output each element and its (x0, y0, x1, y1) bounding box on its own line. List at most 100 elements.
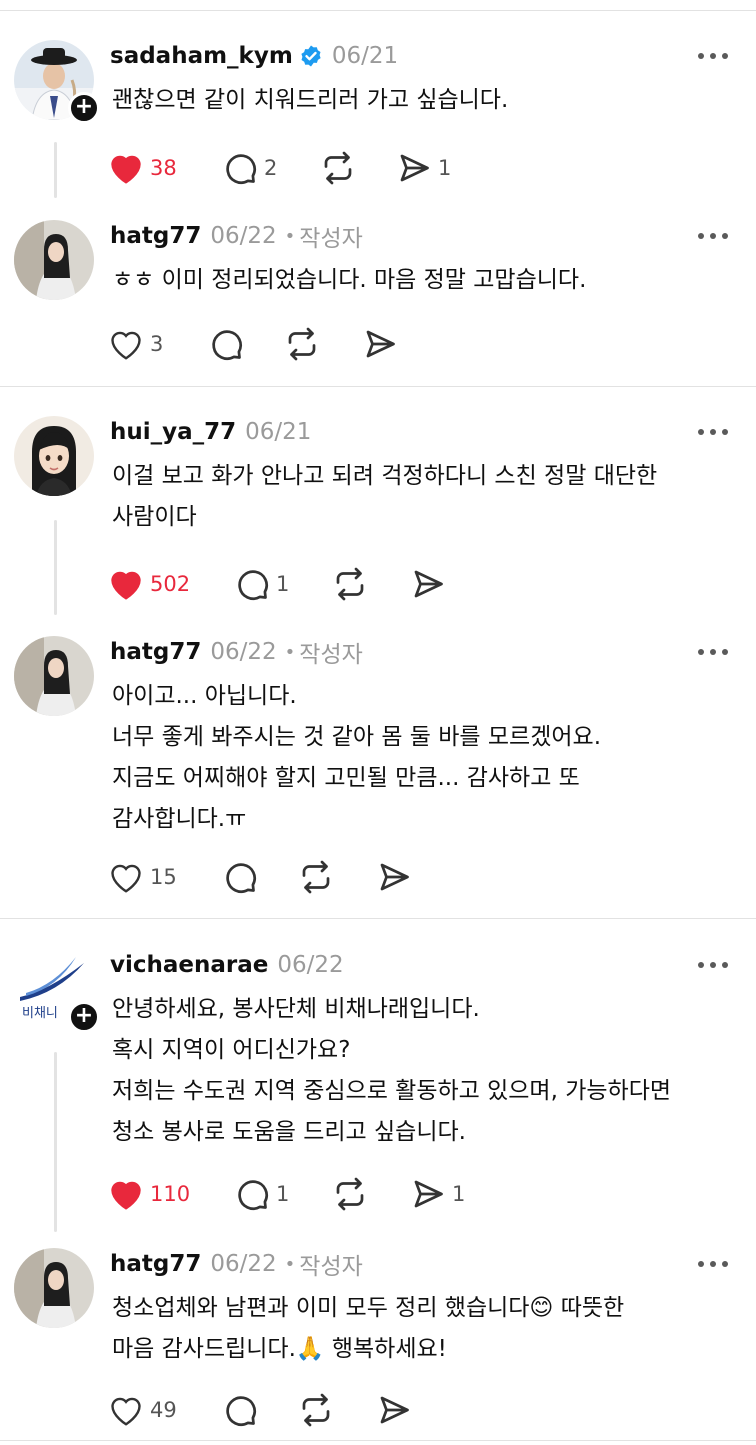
comment-icon (226, 154, 256, 184)
post-date: 06/21 (245, 419, 312, 445)
reply-post: + sadaham_kym 06/21 괜찮으면 같이 치워드리러 가고 싶습니… (0, 36, 756, 216)
text-line: 청소업체와 남편과 이미 모두 정리 했습니다😊 따뜻한 (112, 1295, 625, 1321)
comment-button[interactable] (208, 326, 244, 362)
heart-icon (111, 155, 141, 184)
share-icon (380, 1396, 409, 1424)
text-line: 지금도 어찌해야 할지 고민될 만큼... 감사하고 또 (112, 765, 580, 791)
like-button[interactable]: 49 (108, 1393, 177, 1427)
share-button[interactable] (376, 859, 412, 895)
more-icon[interactable] (698, 226, 728, 246)
like-button[interactable]: 38 (108, 151, 177, 185)
username[interactable]: hatg77 (110, 639, 201, 665)
like-count: 110 (150, 1182, 191, 1206)
post-date: 06/22 (210, 639, 277, 665)
more-icon[interactable] (698, 422, 728, 442)
post-date: 06/22 (277, 952, 344, 978)
more-icon[interactable] (698, 46, 728, 66)
heart-icon (111, 571, 141, 600)
top-divider (0, 10, 756, 11)
repost-button[interactable] (320, 150, 356, 186)
author-tag: 작성자 (299, 642, 363, 668)
post-text: 아이고... 아닙니다. 너무 좋게 봐주시는 것 같아 몸 둘 바를 모르겠어… (112, 676, 736, 840)
heart-icon (111, 1181, 141, 1210)
reply-post: hatg77 06/22 • 작성자 청소업체와 남편과 이미 모두 정리 했습… (0, 1244, 756, 1444)
more-icon[interactable] (698, 955, 728, 975)
repost-icon (336, 1177, 364, 1211)
comment-button[interactable] (222, 859, 258, 895)
text-line: 감사합니다.ㅠ (112, 806, 247, 832)
share-button[interactable]: 1 (410, 1176, 465, 1212)
more-icon[interactable] (698, 642, 728, 662)
avatar[interactable] (14, 220, 94, 300)
repost-button[interactable] (332, 566, 368, 602)
comment-button[interactable]: 1 (234, 1176, 289, 1212)
more-icon[interactable] (698, 1254, 728, 1274)
comment-icon (226, 1396, 256, 1426)
text-line: 너무 좋게 봐주시는 것 같아 몸 둘 바를 모르겠어요. (112, 724, 601, 750)
avatar[interactable] (14, 416, 94, 496)
text-line: 사람이다 (112, 504, 197, 530)
thread-divider-1 (0, 386, 756, 387)
username[interactable]: hui_ya_77 (110, 419, 236, 445)
comment-button[interactable]: 2 (222, 150, 277, 186)
comment-icon (212, 330, 242, 360)
username[interactable]: hatg77 (110, 223, 201, 249)
post-text: 청소업체와 남편과 이미 모두 정리 했습니다😊 따뜻한 마음 감사드립니다.🙏… (112, 1288, 736, 1370)
comment-icon (238, 1180, 268, 1210)
text-line: 마음 감사드립니다.🙏 행복하세요! (112, 1336, 447, 1362)
action-bar: 49 (108, 1390, 409, 1430)
repost-button[interactable] (284, 326, 320, 362)
repost-button[interactable] (332, 1176, 368, 1212)
like-count: 15 (150, 865, 177, 889)
repost-icon (302, 860, 330, 894)
like-button[interactable]: 110 (108, 1177, 190, 1211)
text-line: 혹시 지역이 어디신가요? (112, 1037, 351, 1063)
comment-count: 1 (276, 1182, 290, 1206)
like-button[interactable]: 3 (108, 327, 163, 361)
text-line: 이걸 보고 화가 안나고 되려 걱정하다니 스친 정말 대단한 (112, 463, 658, 489)
reply-post: 비채니 + vichaenarae 06/22 안녕하세요, 봉사단체 비채나래… (0, 945, 756, 1220)
like-count: 38 (150, 156, 177, 180)
username[interactable]: hatg77 (110, 1251, 201, 1277)
repost-icon (288, 327, 316, 361)
like-button[interactable]: 502 (108, 567, 190, 601)
author-tag: 작성자 (299, 1254, 363, 1280)
reply-post: hui_ya_77 06/21 이걸 보고 화가 안나고 되려 걱정하다니 스친… (0, 412, 756, 622)
repost-button[interactable] (298, 1392, 334, 1428)
like-button[interactable]: 15 (108, 860, 177, 894)
share-button[interactable] (410, 566, 446, 602)
author-tag: 작성자 (299, 226, 363, 252)
repost-button[interactable] (298, 859, 334, 895)
username[interactable]: sadaham_kym (110, 43, 293, 69)
action-bar: 3 (108, 324, 395, 364)
heart-icon (111, 864, 141, 893)
like-count: 502 (150, 572, 191, 596)
follow-plus-icon[interactable]: + (68, 92, 100, 124)
text-line: 저희는 수도권 지역 중심으로 활동하고 있으며, 가능하다면 (112, 1078, 672, 1104)
like-count: 3 (150, 332, 164, 356)
follow-plus-icon[interactable]: + (68, 1001, 100, 1033)
share-button[interactable] (362, 326, 398, 362)
like-count: 49 (150, 1398, 177, 1422)
share-button[interactable] (376, 1392, 412, 1428)
action-bar: 15 (108, 857, 409, 897)
comment-icon (238, 570, 268, 600)
text-line: 아이고... 아닙니다. (112, 683, 297, 709)
comment-button[interactable]: 1 (234, 566, 289, 602)
avatar[interactable] (14, 636, 94, 716)
post-text: 이걸 보고 화가 안나고 되려 걱정하다니 스친 정말 대단한 사람이다 (112, 456, 736, 538)
avatar[interactable] (14, 1248, 94, 1328)
post-text: ㅎㅎ 이미 정리되었습니다. 마음 정말 고맙습니다. (112, 260, 736, 301)
separator-dot: • (284, 641, 296, 663)
heart-icon (111, 331, 141, 360)
text-line: 괜찮으면 같이 치워드리러 가고 싶습니다. (112, 87, 509, 113)
post-date: 06/22 (210, 223, 277, 249)
action-bar: 38 2 1 (108, 148, 451, 188)
share-count: 1 (438, 156, 452, 180)
comment-button[interactable] (222, 1392, 258, 1428)
reply-post: hatg77 06/22 • 작성자 아이고... 아닙니다. 너무 좋게 봐주… (0, 632, 756, 912)
bottom-divider (0, 1440, 756, 1441)
share-button[interactable]: 1 (396, 150, 451, 186)
username[interactable]: vichaenarae (110, 952, 268, 978)
separator-dot: • (284, 225, 296, 247)
